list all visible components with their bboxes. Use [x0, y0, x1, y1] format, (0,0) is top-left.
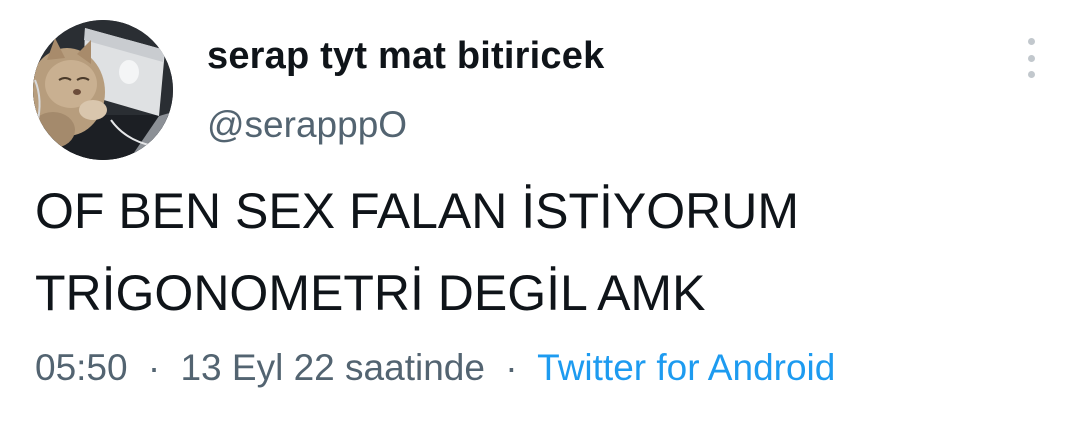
author-display-name[interactable]: serap tyt mat bitiricek: [207, 35, 604, 78]
tweet: serap tyt mat bitiricek @serapppO OF BEN…: [0, 0, 1080, 426]
meta-separator: ·: [147, 347, 161, 388]
cat-with-laptop-avatar-icon: [33, 20, 173, 160]
tweet-time[interactable]: 05:50: [35, 347, 128, 388]
tweet-text: OF BEN SEX FALAN İSTİYORUM TRİGONOMETRİ …: [35, 170, 1045, 334]
tweet-header: serap tyt mat bitiricek @serapppO: [33, 20, 1043, 165]
tweet-text-line: TRİGONOMETRİ DEGİL AMK: [35, 265, 706, 321]
avatar[interactable]: [33, 20, 173, 160]
ellipsis-dot: [1027, 71, 1035, 78]
tweet-date[interactable]: 13 Eyl 22 saatinde: [180, 347, 484, 388]
ellipsis-dot: [1027, 54, 1035, 62]
ellipsis-dot: [1027, 38, 1035, 45]
meta-separator: ·: [505, 347, 518, 388]
author-handle[interactable]: @serapppO: [207, 104, 407, 146]
tweet-text-line: OF BEN SEX FALAN İSTİYORUM: [35, 183, 800, 239]
tweet-meta: 05:50 · 13 Eyl 22 saatinde · Twitter for…: [35, 347, 835, 389]
tweet-source-link[interactable]: Twitter for Android: [537, 347, 835, 388]
vertical-ellipsis-icon[interactable]: [1019, 38, 1043, 78]
